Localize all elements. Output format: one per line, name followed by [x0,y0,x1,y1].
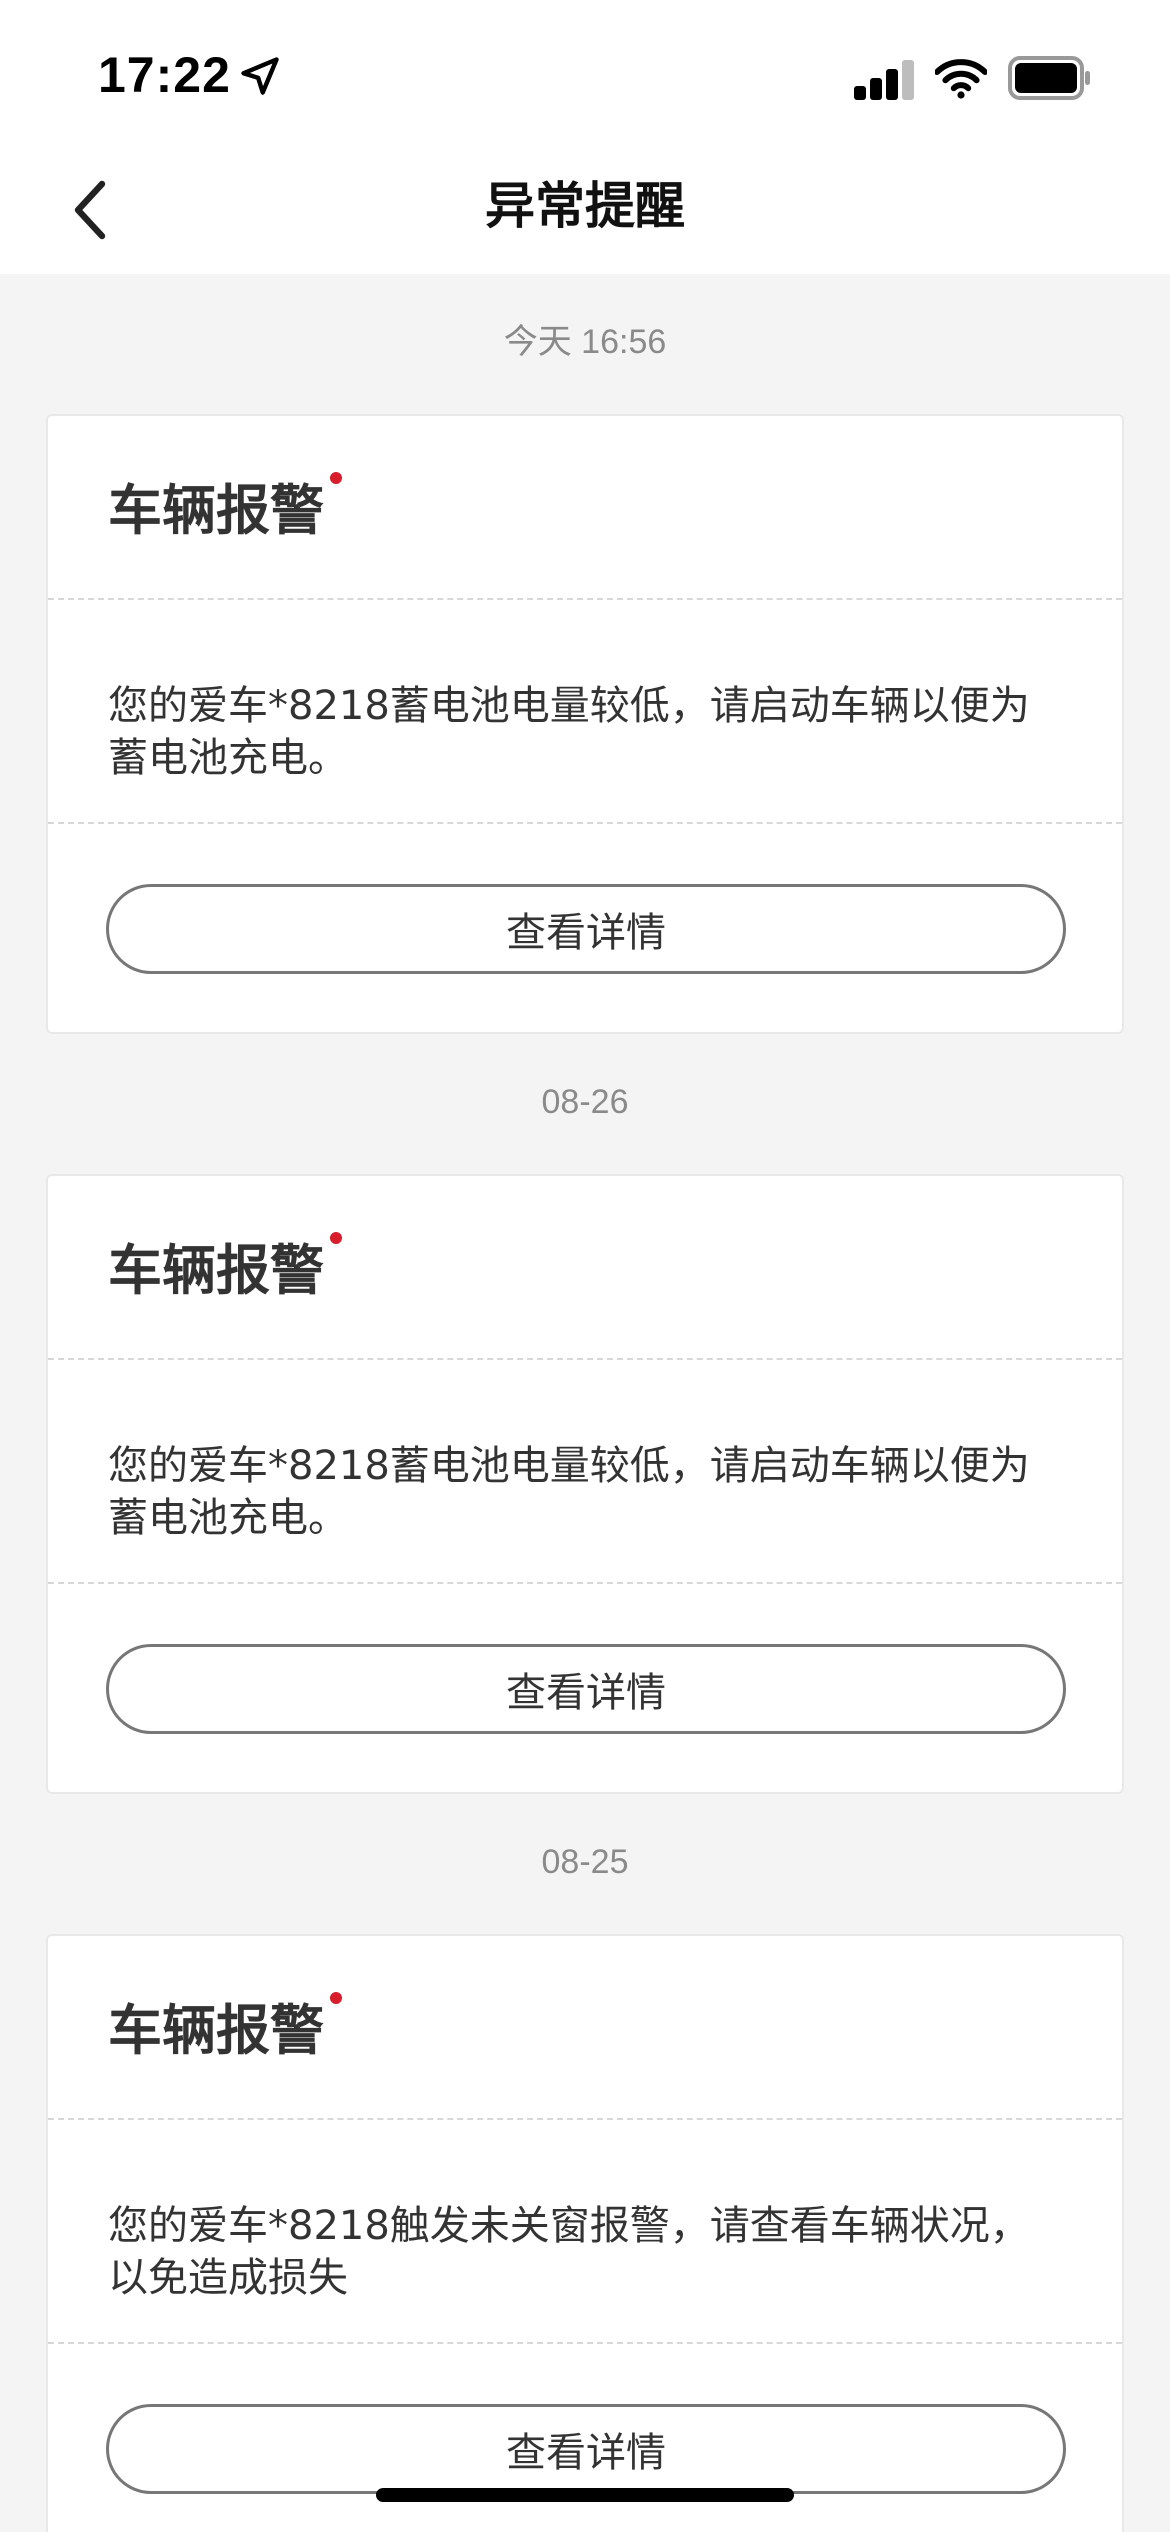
card-body: 您的爱车*8218蓄电池电量较低，请启动车辆以便为蓄电池充电。 [48,1360,1122,1584]
view-details-button[interactable]: 查看详情 [106,884,1066,974]
card-footer: 查看详情 [48,824,1122,1032]
card-header: 车辆报警 [48,1936,1122,2120]
card-body: 您的爱车*8218触发未关窗报警，请查看车辆状况，以免造成损失 [48,2120,1122,2344]
card-message: 您的爱车*8218蓄电池电量较低，请启动车辆以便为蓄电池充电。 [108,1443,1030,1541]
alert-card: 车辆报警 您的爱车*8218蓄电池电量较低，请启动车辆以便为蓄电池充电。 查看详… [46,1174,1124,1794]
alert-card: 车辆报警 您的爱车*8218触发未关窗报警，请查看车辆状况，以免造成损失 查看详… [46,1934,1124,2532]
status-bar: 17:22 [0,0,1170,150]
card-title: 车辆报警 [108,1999,324,2062]
view-details-button[interactable]: 查看详情 [106,1644,1066,1734]
unread-dot [330,1992,342,2004]
page-title: 异常提醒 [485,177,685,235]
date-label: 08-26 [541,1083,629,1121]
alert-card: 车辆报警 您的爱车*8218蓄电池电量较低，请启动车辆以便为蓄电池充电。 查看详… [46,414,1124,1034]
unread-dot [330,1232,342,1244]
status-time: 17:22 [98,47,231,103]
card-title: 车辆报警 [108,1239,324,1302]
card-body: 您的爱车*8218蓄电池电量较低，请启动车辆以便为蓄电池充电。 [48,600,1122,824]
card-message: 您的爱车*8218触发未关窗报警，请查看车辆状况，以免造成损失 [108,2203,1030,2301]
card-header: 车辆报警 [48,1176,1122,1360]
alert-group: 08-25 车辆报警 您的爱车*8218触发未关窗报警，请查看车辆状况，以免造成… [0,1794,1170,2532]
nav-bar: 异常提醒 [0,150,1170,274]
view-details-button[interactable]: 查看详情 [106,2404,1066,2494]
alert-group: 今天 16:56 车辆报警 您的爱车*8218蓄电池电量较低，请启动车辆以便为蓄… [0,274,1170,1034]
wifi-icon [935,59,987,99]
card-header: 车辆报警 [48,416,1122,600]
unread-dot [330,472,342,484]
date-label: 今天 16:56 [503,323,667,361]
card-footer: 查看详情 [48,1584,1122,1792]
alert-feed[interactable]: 今天 16:56 车辆报警 您的爱车*8218蓄电池电量较低，请启动车辆以便为蓄… [0,274,1170,2532]
back-button[interactable] [50,170,130,250]
location-arrow-icon [241,57,279,95]
card-footer: 查看详情 [48,2344,1122,2532]
card-message: 您的爱车*8218蓄电池电量较低，请启动车辆以便为蓄电池充电。 [108,683,1030,781]
card-title: 车辆报警 [108,479,324,542]
battery-icon [1008,56,1090,100]
chevron-left-icon [74,180,106,240]
cellular-signal-icon [854,60,914,100]
date-label: 08-25 [541,1843,629,1881]
alert-group: 08-26 车辆报警 您的爱车*8218蓄电池电量较低，请启动车辆以便为蓄电池充… [0,1034,1170,1794]
home-indicator [376,2488,794,2502]
